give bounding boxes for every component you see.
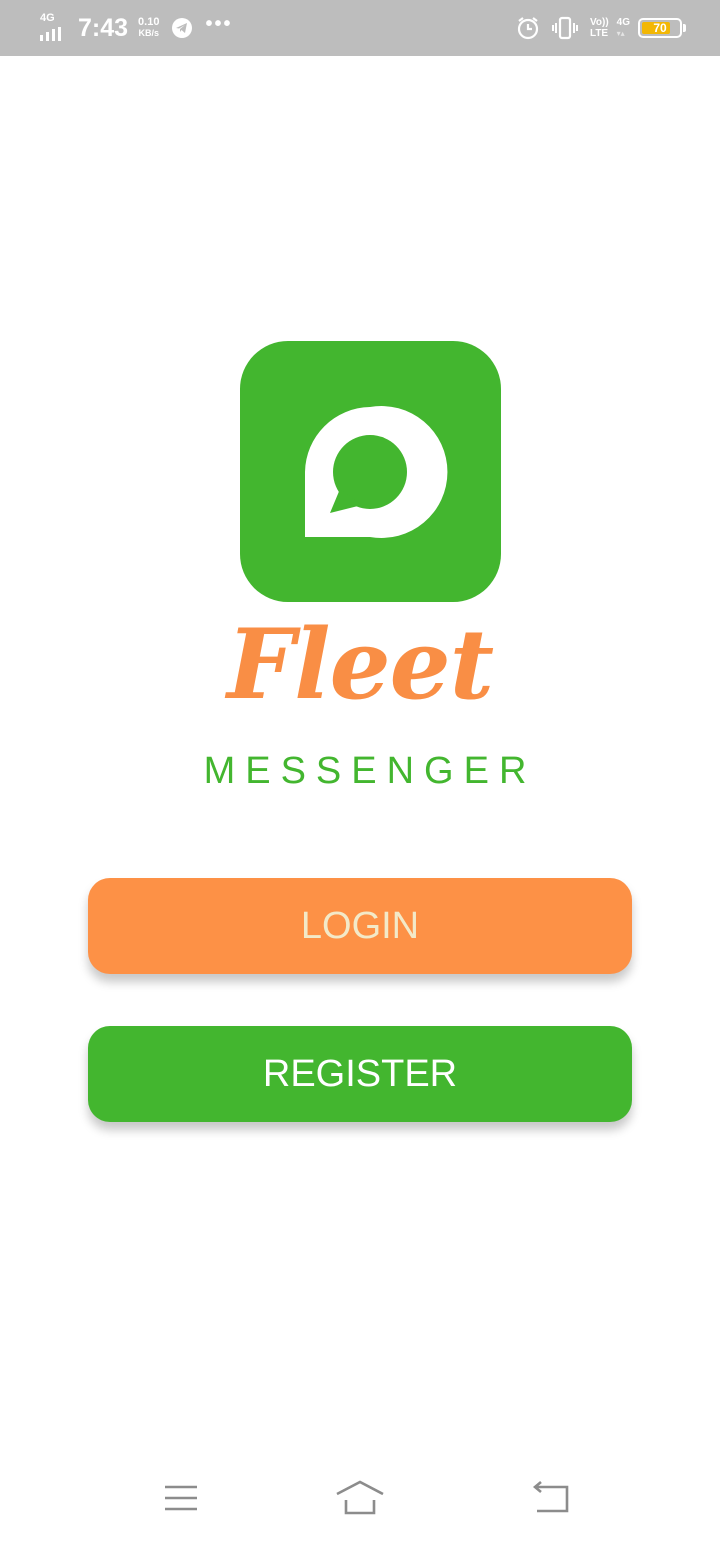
network-type: 4G: [40, 12, 55, 24]
alarm-icon: [516, 16, 540, 40]
signal-icon: 4G: [40, 13, 72, 43]
volte-bottom: LTE: [589, 28, 609, 39]
status-bar-left: 4G 7:43 0.10 KB/s •••: [40, 0, 232, 56]
network-type-right: 4G ▾▴: [616, 17, 630, 38]
status-bar-right: Vo)) LTE 4G ▾▴ 70: [516, 0, 686, 56]
volte-top: Vo)): [589, 17, 609, 28]
home-icon[interactable]: [335, 1478, 385, 1518]
speed-unit: KB/s: [138, 28, 160, 38]
brand-subtitle: MESSENGER: [203, 750, 537, 792]
register-button[interactable]: REGISTER: [88, 1026, 632, 1122]
telegram-icon: [171, 17, 193, 39]
more-dots-icon: •••: [205, 12, 233, 35]
clock: 7:43: [78, 13, 129, 42]
volte-indicator: Vo)) LTE: [590, 17, 609, 39]
status-bar: 4G 7:43 0.10 KB/s ••• Vo)) LTE 4G ▾▴ 70: [0, 0, 720, 56]
back-icon[interactable]: [524, 1478, 574, 1518]
menu-icon[interactable]: [156, 1478, 206, 1518]
chat-bubble-icon: [305, 406, 448, 538]
network-speed: 0.10 KB/s: [138, 17, 159, 39]
brand-name: Fleet: [226, 608, 494, 721]
navigation-bar: [0, 1460, 720, 1544]
battery-level: 70: [653, 21, 667, 35]
login-button[interactable]: LOGIN: [88, 878, 632, 974]
app-logo: [240, 341, 501, 602]
speed-value: 0.10: [138, 16, 160, 28]
network-right-label: 4G: [616, 17, 630, 28]
battery-icon: 70: [638, 18, 686, 38]
vibrate-icon: [551, 16, 578, 40]
